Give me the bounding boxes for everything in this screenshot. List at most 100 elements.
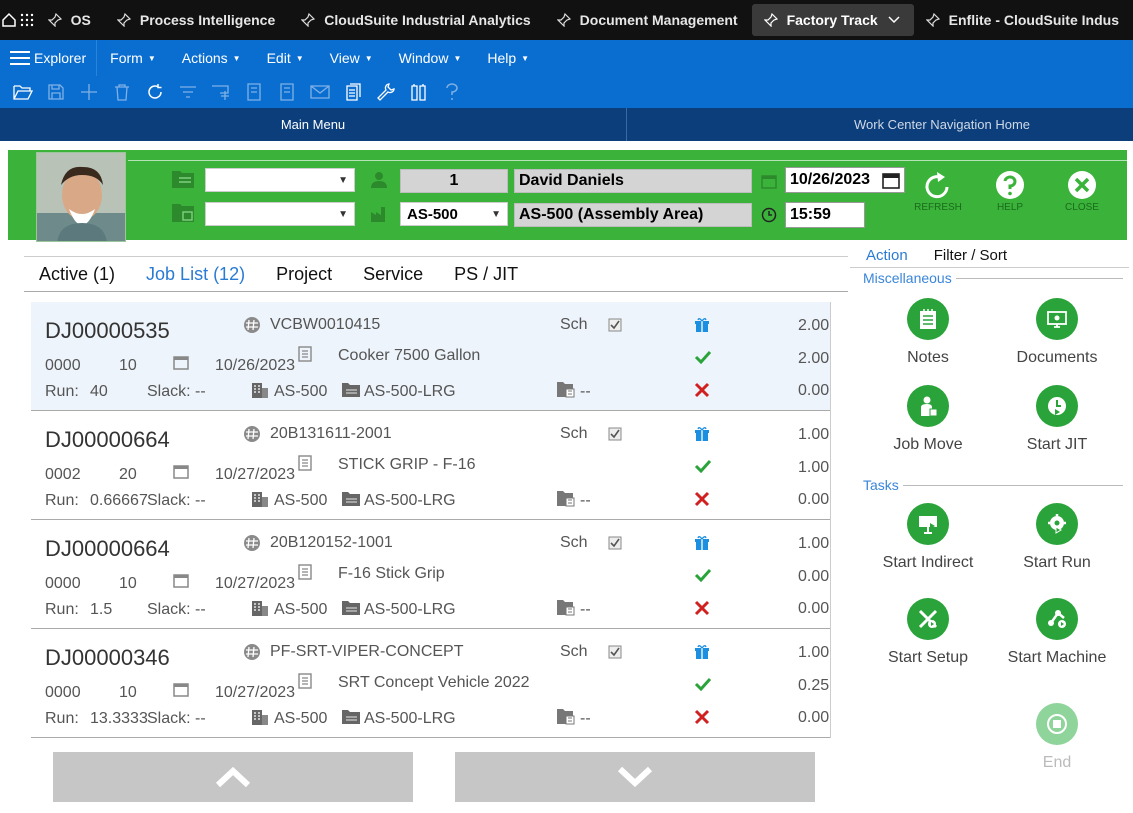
run-value: 40 [90,383,108,400]
menu-label: View [329,50,360,66]
time-field[interactable]: 15:59 [785,202,865,228]
building-icon [251,490,269,508]
calendar-icon [173,681,189,697]
menu-label: Form [110,50,143,66]
app-tab-os[interactable]: OS [36,4,105,36]
navigation-bar: Main Menu Work Center Navigation Home [0,108,1133,141]
run-label: Run: [45,383,79,400]
run-value: 1.5 [90,601,113,618]
document-icon [298,346,312,362]
schedule-checkbox[interactable] [608,318,622,332]
close-button[interactable]: CLOSE [1052,170,1112,213]
close-label: CLOSE [1065,202,1099,213]
start-setup-button[interactable]: Start Setup [863,598,993,667]
columns-icon[interactable] [402,76,435,108]
delete-icon[interactable] [105,76,138,108]
resource-select[interactable]: ▼ [205,202,355,226]
refresh-icon[interactable] [138,76,171,108]
caret-down-icon: ▼ [147,53,156,63]
job-row[interactable]: DJ00000346 PF-SRT-VIPER-CONCEPT Sch 1.00 000… [31,629,830,738]
tab-filter-sort[interactable]: Filter / Sort [924,247,1023,264]
main-menu-link[interactable]: Main Menu [0,108,627,141]
menu-view[interactable]: View ▼ [317,50,386,66]
building-icon [251,599,269,617]
slack-value: Slack: -- [147,710,206,727]
shift-select[interactable]: ▼ [205,168,355,192]
job-move-button[interactable]: Job Move [863,385,993,454]
work-center-select[interactable]: AS-500 ▼ [400,202,508,226]
add-icon[interactable] [72,76,105,108]
refresh-button[interactable]: REFRESH [908,170,968,213]
caret-down-icon: ▼ [521,53,530,63]
notes-icon[interactable] [270,76,303,108]
menu-help[interactable]: Help ▼ [474,50,542,66]
caret-down-icon: ▼ [338,208,348,220]
job-number: DJ00000664 [45,536,170,561]
help-button[interactable]: HELP [980,170,1040,213]
schedule-checkbox[interactable] [608,645,622,659]
ship-value: -- [580,492,591,509]
home-icon[interactable] [0,0,18,40]
item-description: STICK GRIP - F-16 [338,456,476,473]
open-folder-icon[interactable] [6,76,39,108]
end-button[interactable]: End [992,703,1122,772]
documents-button[interactable]: Documents [992,298,1122,367]
menu-edit[interactable]: Edit ▼ [254,50,317,66]
tab-service[interactable]: Service [363,264,423,285]
scroll-up-button[interactable] [53,752,413,802]
wrench-icon[interactable] [369,76,402,108]
start-jit-button[interactable]: Start JIT [992,385,1122,454]
filter-icon[interactable] [171,76,204,108]
operation-number: 10 [119,575,137,592]
check-icon [694,459,712,473]
job-row[interactable]: DJ00000664 20B120152-1001 Sch 1.00 0000 10 10/… [31,520,830,629]
app-tab-process-intelligence[interactable]: Process Intelligence [105,4,289,36]
work-center: AS-500 [274,492,328,509]
save-icon[interactable] [39,76,72,108]
tab-project[interactable]: Project [276,264,332,285]
app-tab-enflite[interactable]: Enflite - CloudSuite Indus [914,4,1133,36]
caret-down-icon: ▼ [295,53,304,63]
app-tab-factory-track[interactable]: Factory Track [751,4,914,36]
run-label: Run: [45,492,79,509]
report-icon[interactable] [336,76,369,108]
start-indirect-button[interactable]: Start Indirect [863,503,993,572]
tab-job-list[interactable]: Job List (12) [146,264,245,285]
documents-icon [1036,298,1078,340]
calendar-icon[interactable] [882,171,900,189]
schedule-checkbox[interactable] [608,536,622,550]
location: AS-500-LRG [364,601,456,618]
document-icon[interactable] [237,76,270,108]
start-machine-button[interactable]: Start Machine [992,598,1122,667]
date-field[interactable]: 10/26/2023 [785,167,905,193]
job-row[interactable]: DJ00000535 VCBW0010415 Sch 2.00 0000 10 10/26/… [31,302,830,411]
mail-icon[interactable] [303,76,336,108]
chevron-down-icon[interactable] [888,16,900,24]
notes-button[interactable]: Notes [863,298,993,367]
app-tab-document-management[interactable]: Document Management [545,4,752,36]
query-icon[interactable] [204,76,237,108]
pin-icon [47,13,62,27]
schedule-checkbox[interactable] [608,427,622,441]
qty-ordered: 1.00 [798,644,830,661]
app-tab-cloudsuite-analytics[interactable]: CloudSuite Industrial Analytics [289,4,544,36]
app-tab-label: Factory Track [786,12,878,28]
scroll-down-button[interactable] [455,752,815,802]
tab-ps-jit[interactable]: PS / JIT [454,264,518,285]
menu-actions[interactable]: Actions ▼ [169,50,254,66]
app-grid-icon[interactable] [18,0,36,40]
menu-form[interactable]: Form ▼ [97,50,169,66]
tab-action[interactable]: Action [850,247,924,264]
ship-value: -- [580,383,591,400]
folder-list-icon [170,168,196,190]
start-run-icon [1036,503,1078,545]
tab-active[interactable]: Active (1) [39,264,115,285]
work-center-nav-link[interactable]: Work Center Navigation Home [627,108,1133,141]
app-tab-bar: OS Process Intelligence CloudSuite Indus… [0,0,1133,40]
start-run-button[interactable]: Start Run [992,503,1122,572]
job-row[interactable]: DJ00000664 20B131611-2001 Sch 1.00 0002 20 10/… [31,411,830,520]
menu-window[interactable]: Window ▼ [386,50,475,66]
help-icon[interactable] [435,76,468,108]
explorer-button[interactable]: Explorer [0,40,98,76]
start-setup-icon [907,598,949,640]
